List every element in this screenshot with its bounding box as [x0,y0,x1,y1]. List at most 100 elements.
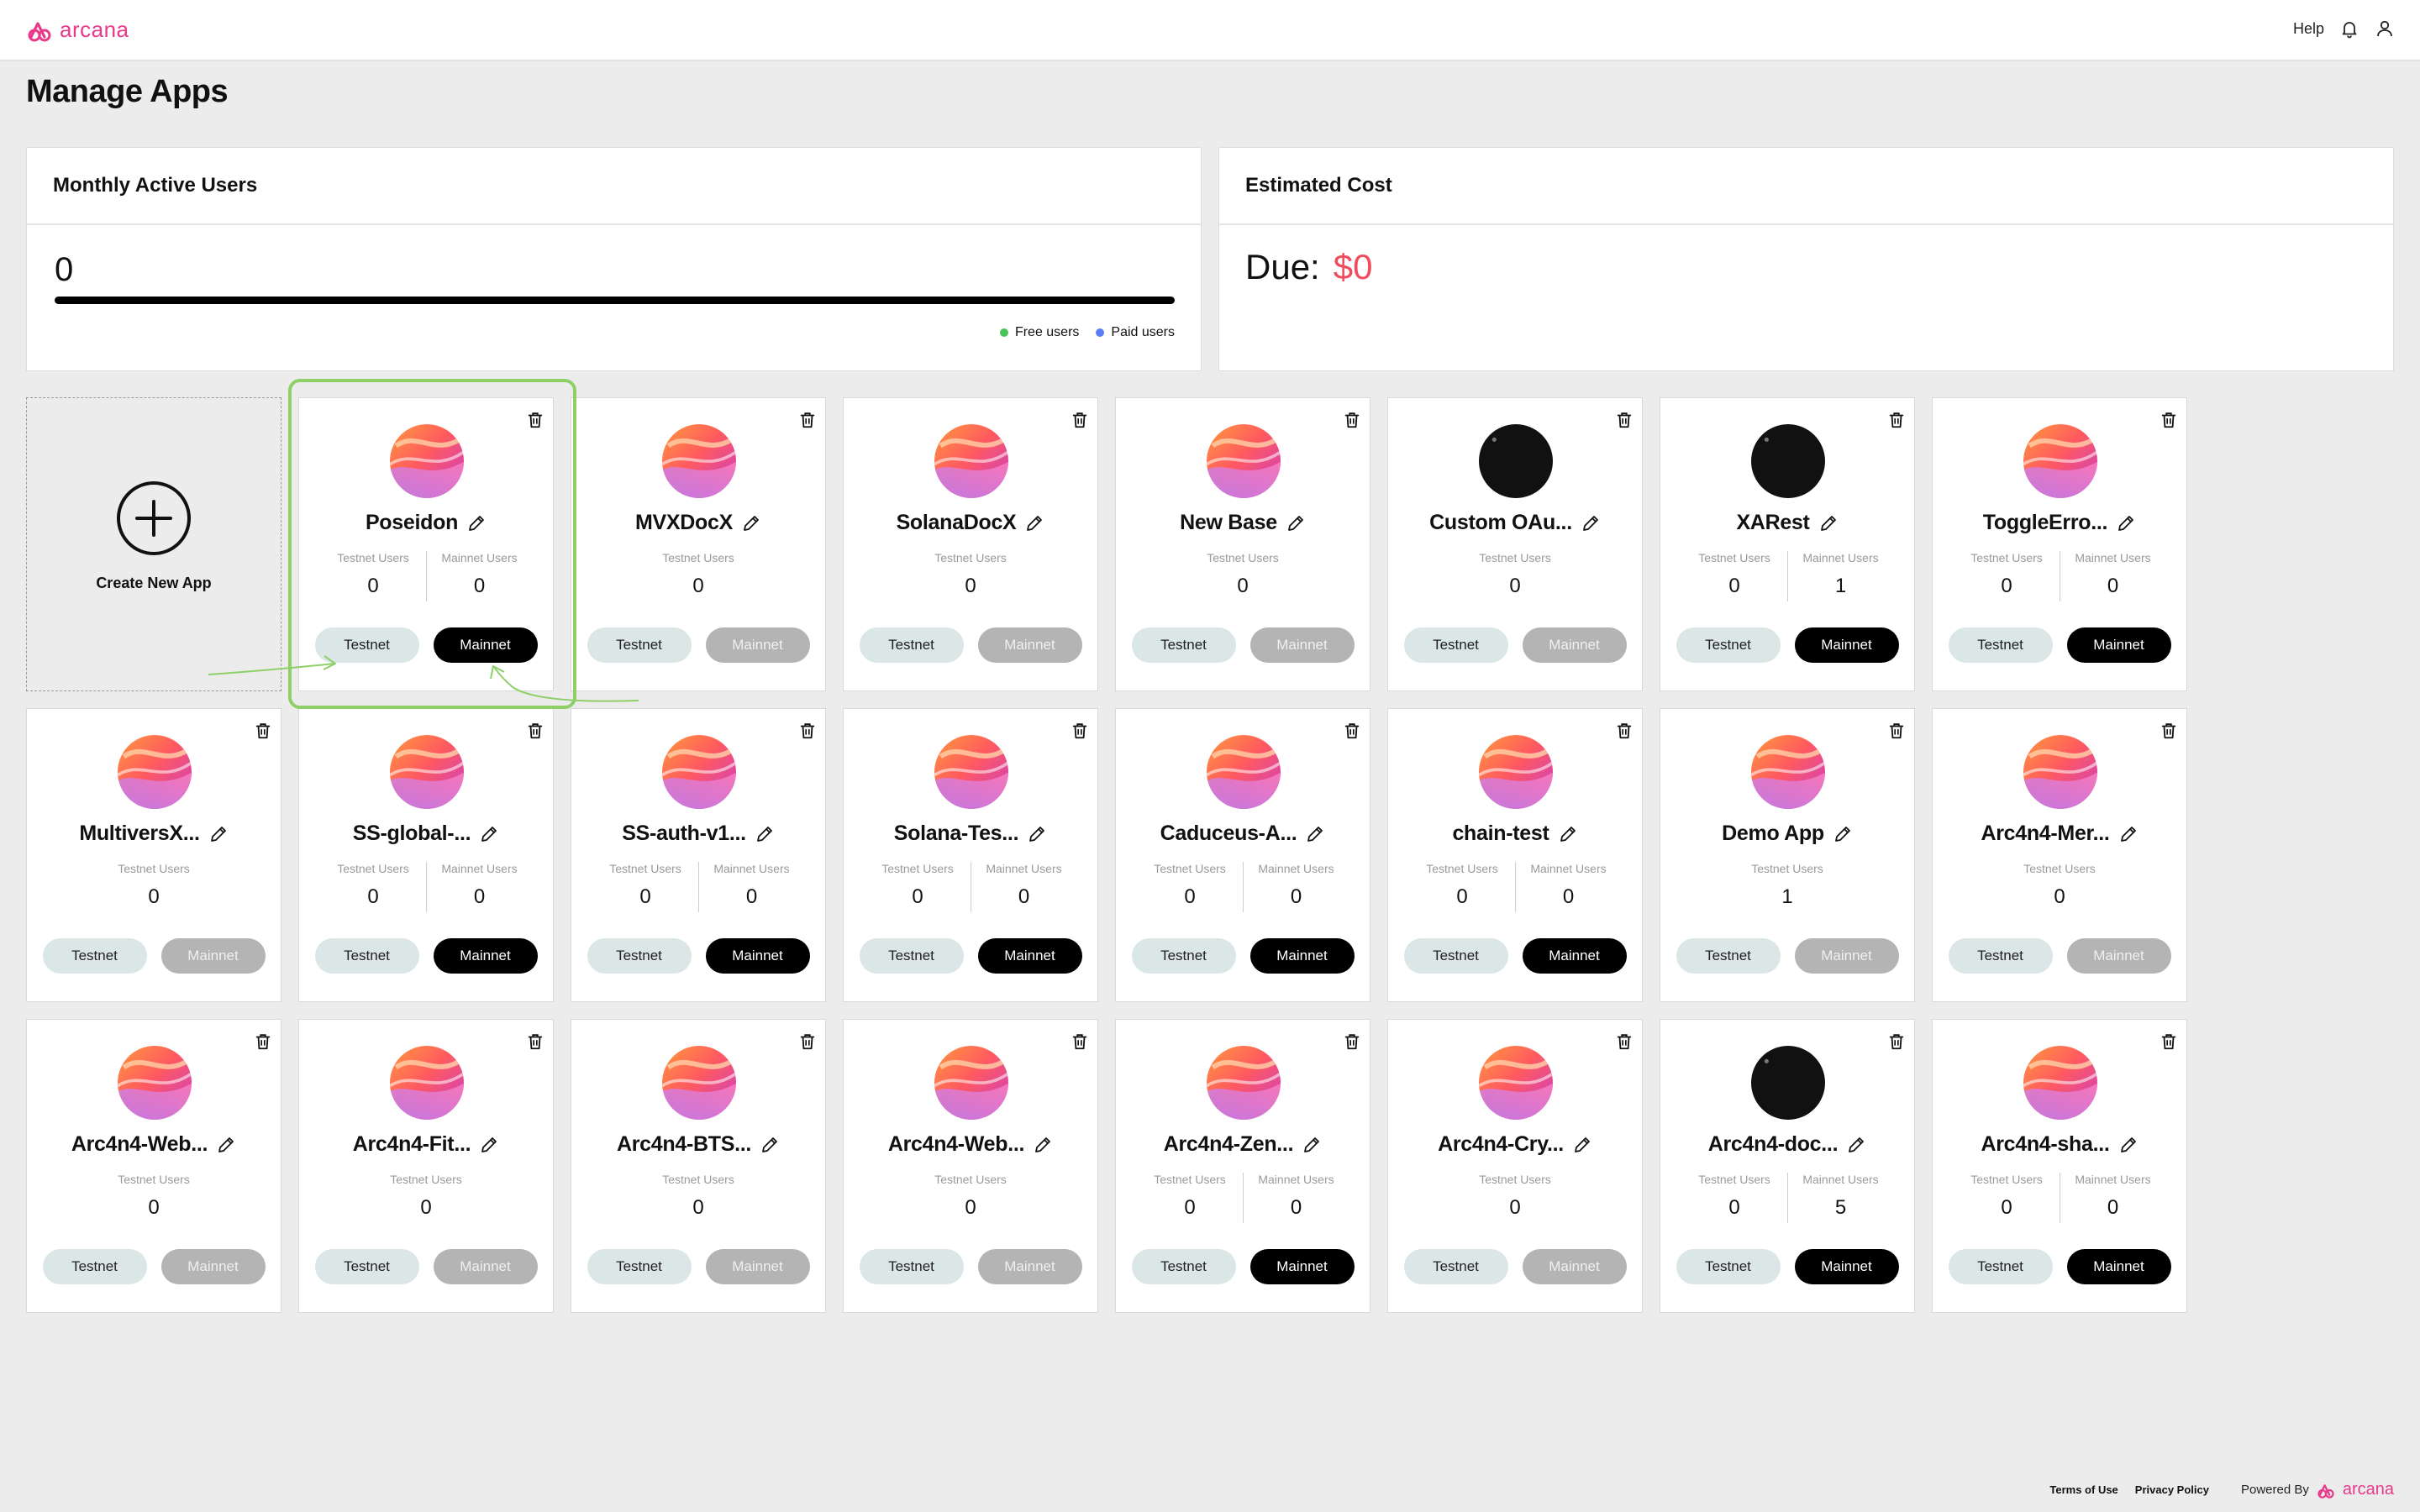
mainnet-users-label: Mainnet Users [2075,1173,2151,1186]
trash-icon[interactable] [1615,411,1634,429]
trash-icon[interactable] [526,722,544,740]
edit-pencil-icon[interactable] [1558,824,1578,844]
mainnet-button[interactable]: Mainnet [977,938,1082,974]
mainnet-button[interactable]: Mainnet [2066,938,2171,974]
trash-icon[interactable] [1343,722,1361,740]
trash-icon[interactable] [1343,1032,1361,1051]
trash-icon[interactable] [798,411,817,429]
testnet-button[interactable]: Testnet [1676,938,1781,974]
mainnet-button[interactable]: Mainnet [160,938,266,974]
mainnet-button[interactable]: Mainnet [1794,1249,1899,1284]
testnet-button[interactable]: Testnet [587,627,692,663]
edit-pencil-icon[interactable] [1846,1135,1866,1155]
testnet-button[interactable]: Testnet [1403,1249,1508,1284]
trash-icon[interactable] [1887,722,1906,740]
edit-pencil-icon[interactable] [1305,824,1325,844]
privacy-policy-link[interactable]: Privacy Policy [2135,1483,2209,1496]
trash-icon[interactable] [1615,722,1634,740]
trash-icon[interactable] [1071,722,1089,740]
mainnet-button[interactable]: Mainnet [705,938,810,974]
mainnet-button[interactable]: Mainnet [433,1249,538,1284]
edit-pencil-icon[interactable] [2118,1135,2139,1155]
mainnet-button[interactable]: Mainnet [1794,627,1899,663]
user-icon[interactable] [2375,18,2395,39]
mainnet-button[interactable]: Mainnet [1249,938,1355,974]
edit-pencil-icon[interactable] [1027,824,1047,844]
testnet-button[interactable]: Testnet [314,627,419,663]
mainnet-button[interactable]: Mainnet [433,938,538,974]
trash-icon[interactable] [1887,1032,1906,1051]
edit-pencil-icon[interactable] [208,824,229,844]
edit-pencil-icon[interactable] [1286,513,1306,533]
trash-icon[interactable] [254,722,272,740]
terms-of-use-link[interactable]: Terms of Use [2049,1483,2118,1496]
mainnet-button[interactable]: Mainnet [2066,1249,2171,1284]
testnet-button[interactable]: Testnet [859,938,964,974]
mainnet-button[interactable]: Mainnet [160,1249,266,1284]
trash-icon[interactable] [2160,1032,2178,1051]
edit-pencil-icon[interactable] [760,1135,780,1155]
edit-pencil-icon[interactable] [1033,1135,1053,1155]
testnet-button[interactable]: Testnet [1948,938,2053,974]
testnet-button[interactable]: Testnet [1131,938,1236,974]
trash-icon[interactable] [526,411,544,429]
trash-icon[interactable] [526,1032,544,1051]
testnet-button[interactable]: Testnet [1131,627,1236,663]
edit-pencil-icon[interactable] [741,513,761,533]
edit-pencil-icon[interactable] [479,824,499,844]
testnet-button[interactable]: Testnet [859,627,964,663]
edit-pencil-icon[interactable] [466,513,487,533]
testnet-button[interactable]: Testnet [1948,1249,2053,1284]
trash-icon[interactable] [1887,411,1906,429]
trash-icon[interactable] [2160,722,2178,740]
mainnet-button[interactable]: Mainnet [977,1249,1082,1284]
testnet-button[interactable]: Testnet [314,938,419,974]
mainnet-button[interactable]: Mainnet [1522,938,1627,974]
edit-pencil-icon[interactable] [1024,513,1044,533]
edit-pencil-icon[interactable] [755,824,775,844]
trash-icon[interactable] [1343,411,1361,429]
edit-pencil-icon[interactable] [2116,513,2136,533]
testnet-button[interactable]: Testnet [42,1249,147,1284]
arcana-logo[interactable]: arcana [26,17,129,43]
edit-pencil-icon[interactable] [1302,1135,1322,1155]
mainnet-button[interactable]: Mainnet [1522,1249,1627,1284]
mainnet-button[interactable]: Mainnet [977,627,1082,663]
mainnet-button[interactable]: Mainnet [433,627,538,663]
testnet-button[interactable]: Testnet [587,1249,692,1284]
testnet-button[interactable]: Testnet [1676,627,1781,663]
trash-icon[interactable] [254,1032,272,1051]
trash-icon[interactable] [1615,1032,1634,1051]
testnet-button[interactable]: Testnet [1676,1249,1781,1284]
mainnet-button[interactable]: Mainnet [705,627,810,663]
trash-icon[interactable] [2160,411,2178,429]
trash-icon[interactable] [798,722,817,740]
testnet-button[interactable]: Testnet [1948,627,2053,663]
mainnet-button[interactable]: Mainnet [1249,627,1355,663]
help-link[interactable]: Help [2293,20,2324,38]
mainnet-button[interactable]: Mainnet [1794,938,1899,974]
edit-pencil-icon[interactable] [1572,1135,1592,1155]
edit-pencil-icon[interactable] [1818,513,1839,533]
trash-icon[interactable] [798,1032,817,1051]
mainnet-button[interactable]: Mainnet [705,1249,810,1284]
trash-icon[interactable] [1071,411,1089,429]
testnet-button[interactable]: Testnet [314,1249,419,1284]
edit-pencil-icon[interactable] [1833,824,1853,844]
mainnet-button[interactable]: Mainnet [1249,1249,1355,1284]
testnet-button[interactable]: Testnet [1131,1249,1236,1284]
edit-pencil-icon[interactable] [2118,824,2139,844]
mainnet-button[interactable]: Mainnet [2066,627,2171,663]
testnet-button[interactable]: Testnet [859,1249,964,1284]
testnet-button[interactable]: Testnet [1403,938,1508,974]
edit-pencil-icon[interactable] [479,1135,499,1155]
edit-pencil-icon[interactable] [1581,513,1601,533]
create-new-app-card[interactable]: Create New App [26,397,281,691]
testnet-button[interactable]: Testnet [42,938,147,974]
testnet-button[interactable]: Testnet [1403,627,1508,663]
edit-pencil-icon[interactable] [216,1135,236,1155]
testnet-button[interactable]: Testnet [587,938,692,974]
trash-icon[interactable] [1071,1032,1089,1051]
bell-icon[interactable] [2339,18,2360,39]
mainnet-button[interactable]: Mainnet [1522,627,1627,663]
